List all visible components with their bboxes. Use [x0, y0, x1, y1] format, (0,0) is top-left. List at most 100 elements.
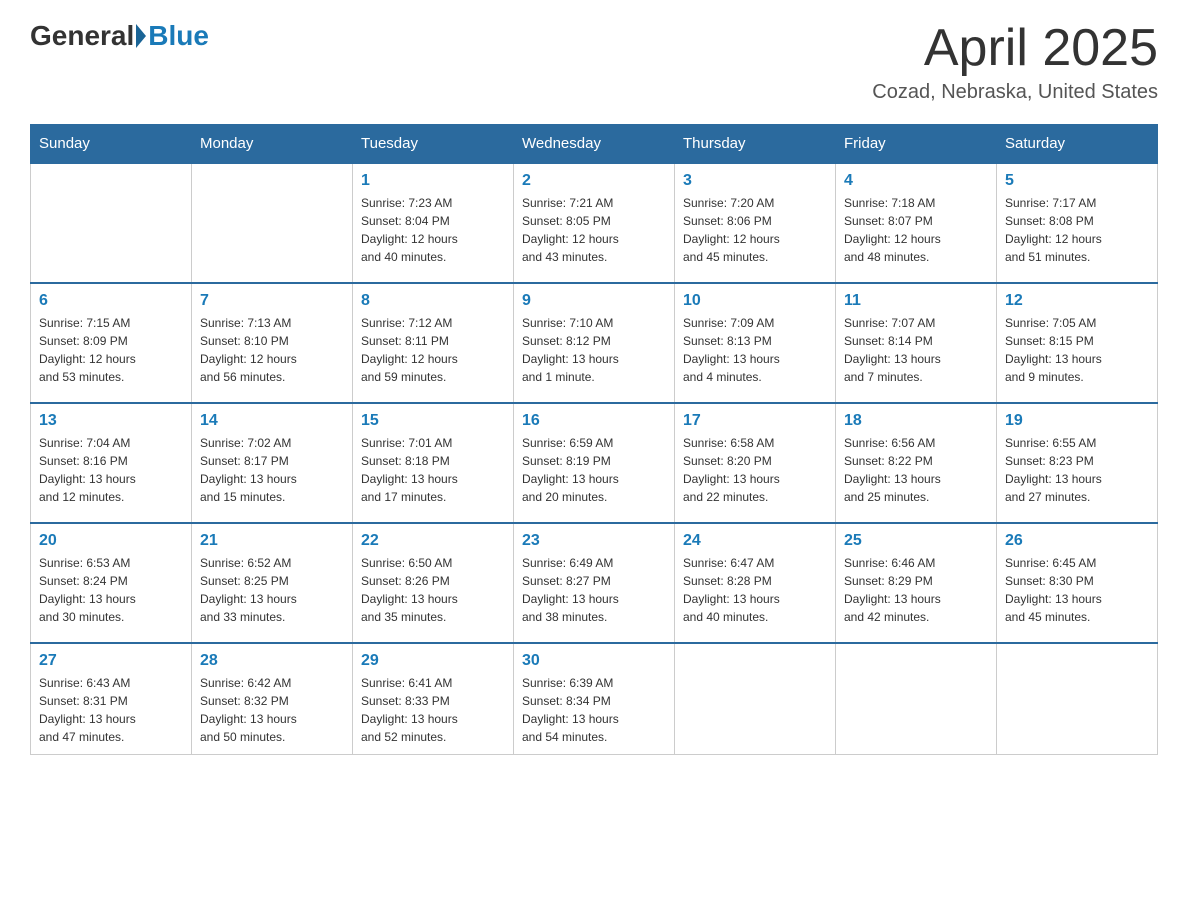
calendar-cell: 8Sunrise: 7:12 AM Sunset: 8:11 PM Daylig… — [353, 283, 514, 403]
column-header-tuesday: Tuesday — [353, 125, 514, 164]
column-header-sunday: Sunday — [31, 125, 192, 164]
calendar-cell: 30Sunrise: 6:39 AM Sunset: 8:34 PM Dayli… — [514, 643, 675, 755]
day-detail: Sunrise: 6:39 AM Sunset: 8:34 PM Dayligh… — [522, 674, 666, 746]
calendar-cell: 2 Sunrise: 7:21 AM Sunset: 8:05 PM Daylig… — [514, 163, 675, 283]
calendar-cell: 1 Sunrise: 7:23 AM Sunset: 8:04 PM Daylig… — [353, 163, 514, 283]
column-header-saturday: Saturday — [997, 125, 1158, 164]
day-detail: Sunrise: 6:41 AM Sunset: 8:33 PM Dayligh… — [361, 674, 505, 746]
calendar-cell: 18 Sunrise: 6:56 AM Sunset: 8:22 PM Dayli… — [836, 403, 997, 523]
column-header-monday: Monday — [192, 125, 353, 164]
day-detail: Sunrise: 7:21 AM Sunset: 8:05 PM Dayligh… — [522, 194, 666, 266]
day-detail: Sunrise: 7:02 AM Sunset: 8:17 PM Dayligh… — [200, 434, 344, 506]
day-number: 16 — [522, 412, 666, 430]
day-number: 8 — [361, 292, 505, 310]
calendar-cell: 7 Sunrise: 7:13 AM Sunset: 8:10 PM Daylig… — [192, 283, 353, 403]
day-number: 6 — [39, 292, 183, 310]
day-number: 11 — [844, 292, 988, 310]
calendar-cell — [997, 643, 1158, 755]
calendar-cell: 15Sunrise: 7:01 AM Sunset: 8:18 PM Dayli… — [353, 403, 514, 523]
day-number: 22 — [361, 532, 505, 550]
logo: General Blue — [30, 20, 209, 52]
week-row-5: 27 Sunrise: 6:43 AM Sunset: 8:31 PM Dayli… — [31, 643, 1158, 755]
day-detail: Sunrise: 6:45 AM Sunset: 8:30 PM Dayligh… — [1005, 554, 1149, 626]
day-number: 17 — [683, 412, 827, 430]
day-number: 3 — [683, 172, 827, 190]
day-detail: Sunrise: 7:09 AM Sunset: 8:13 PM Dayligh… — [683, 314, 827, 386]
column-header-thursday: Thursday — [675, 125, 836, 164]
day-detail: Sunrise: 7:04 AM Sunset: 8:16 PM Dayligh… — [39, 434, 183, 506]
day-number: 26 — [1005, 532, 1149, 550]
calendar-cell: 14Sunrise: 7:02 AM Sunset: 8:17 PM Dayli… — [192, 403, 353, 523]
day-number: 13 — [39, 412, 183, 430]
calendar-cell: 13 Sunrise: 7:04 AM Sunset: 8:16 PM Dayli… — [31, 403, 192, 523]
day-number: 9 — [522, 292, 666, 310]
day-number: 28 — [200, 652, 344, 670]
calendar-cell — [31, 163, 192, 283]
day-number: 1 — [361, 172, 505, 190]
calendar-cell: 27 Sunrise: 6:43 AM Sunset: 8:31 PM Dayli… — [31, 643, 192, 755]
day-detail: Sunrise: 6:47 AM Sunset: 8:28 PM Dayligh… — [683, 554, 827, 626]
day-detail: Sunrise: 6:49 AM Sunset: 8:27 PM Dayligh… — [522, 554, 666, 626]
calendar-cell: 3 Sunrise: 7:20 AM Sunset: 8:06 PM Daylig… — [675, 163, 836, 283]
day-detail: Sunrise: 7:20 AM Sunset: 8:06 PM Dayligh… — [683, 194, 827, 266]
day-detail: Sunrise: 7:13 AM Sunset: 8:10 PM Dayligh… — [200, 314, 344, 386]
day-detail: Sunrise: 6:42 AM Sunset: 8:32 PM Dayligh… — [200, 674, 344, 746]
day-detail: Sunrise: 6:43 AM Sunset: 8:31 PM Dayligh… — [39, 674, 183, 746]
page-title: April 2025 — [872, 20, 1158, 77]
week-row-2: 6 Sunrise: 7:15 AM Sunset: 8:09 PM Daylig… — [31, 283, 1158, 403]
calendar-cell: 19Sunrise: 6:55 AM Sunset: 8:23 PM Dayli… — [997, 403, 1158, 523]
day-number: 24 — [683, 532, 827, 550]
day-number: 4 — [844, 172, 988, 190]
day-detail: Sunrise: 7:10 AM Sunset: 8:12 PM Dayligh… — [522, 314, 666, 386]
page-header: General Blue April 2025 Cozad, Nebraska,… — [30, 20, 1158, 104]
logo-blue-text: Blue — [148, 20, 209, 52]
calendar-cell: 26 Sunrise: 6:45 AM Sunset: 8:30 PM Dayli… — [997, 523, 1158, 643]
calendar-cell: 29 Sunrise: 6:41 AM Sunset: 8:33 PM Dayli… — [353, 643, 514, 755]
calendar-cell: 21Sunrise: 6:52 AM Sunset: 8:25 PM Dayli… — [192, 523, 353, 643]
day-number: 7 — [200, 292, 344, 310]
calendar-cell: 10Sunrise: 7:09 AM Sunset: 8:13 PM Dayli… — [675, 283, 836, 403]
column-header-friday: Friday — [836, 125, 997, 164]
calendar-header: SundayMondayTuesdayWednesdayThursdayFrid… — [31, 125, 1158, 164]
calendar-cell: 17Sunrise: 6:58 AM Sunset: 8:20 PM Dayli… — [675, 403, 836, 523]
logo-arrow-icon — [136, 24, 146, 48]
calendar-cell: 22 Sunrise: 6:50 AM Sunset: 8:26 PM Dayli… — [353, 523, 514, 643]
day-number: 29 — [361, 652, 505, 670]
day-number: 19 — [1005, 412, 1149, 430]
day-detail: Sunrise: 7:05 AM Sunset: 8:15 PM Dayligh… — [1005, 314, 1149, 386]
title-block: April 2025 Cozad, Nebraska, United State… — [872, 20, 1158, 104]
calendar-cell: 20 Sunrise: 6:53 AM Sunset: 8:24 PM Dayli… — [31, 523, 192, 643]
day-detail: Sunrise: 7:23 AM Sunset: 8:04 PM Dayligh… — [361, 194, 505, 266]
calendar-cell: 6 Sunrise: 7:15 AM Sunset: 8:09 PM Daylig… — [31, 283, 192, 403]
day-number: 23 — [522, 532, 666, 550]
calendar-cell — [836, 643, 997, 755]
calendar-cell: 24 Sunrise: 6:47 AM Sunset: 8:28 PM Dayli… — [675, 523, 836, 643]
day-number: 27 — [39, 652, 183, 670]
day-detail: Sunrise: 6:53 AM Sunset: 8:24 PM Dayligh… — [39, 554, 183, 626]
day-detail: Sunrise: 7:18 AM Sunset: 8:07 PM Dayligh… — [844, 194, 988, 266]
day-detail: Sunrise: 7:17 AM Sunset: 8:08 PM Dayligh… — [1005, 194, 1149, 266]
column-header-wednesday: Wednesday — [514, 125, 675, 164]
day-detail: Sunrise: 6:56 AM Sunset: 8:22 PM Dayligh… — [844, 434, 988, 506]
day-detail: Sunrise: 6:59 AM Sunset: 8:19 PM Dayligh… — [522, 434, 666, 506]
day-detail: Sunrise: 7:15 AM Sunset: 8:09 PM Dayligh… — [39, 314, 183, 386]
calendar-cell: 28 Sunrise: 6:42 AM Sunset: 8:32 PM Dayli… — [192, 643, 353, 755]
calendar-cell: 5 Sunrise: 7:17 AM Sunset: 8:08 PM Daylig… — [997, 163, 1158, 283]
week-row-1: 1 Sunrise: 7:23 AM Sunset: 8:04 PM Daylig… — [31, 163, 1158, 283]
day-number: 21 — [200, 532, 344, 550]
calendar-cell: 23 Sunrise: 6:49 AM Sunset: 8:27 PM Dayli… — [514, 523, 675, 643]
calendar-cell — [192, 163, 353, 283]
logo-general-text: General — [30, 20, 134, 52]
day-detail: Sunrise: 6:50 AM Sunset: 8:26 PM Dayligh… — [361, 554, 505, 626]
day-number: 18 — [844, 412, 988, 430]
day-detail: Sunrise: 6:46 AM Sunset: 8:29 PM Dayligh… — [844, 554, 988, 626]
calendar-cell: 16 Sunrise: 6:59 AM Sunset: 8:19 PM Dayli… — [514, 403, 675, 523]
day-number: 5 — [1005, 172, 1149, 190]
day-number: 25 — [844, 532, 988, 550]
calendar-cell: 12Sunrise: 7:05 AM Sunset: 8:15 PM Dayli… — [997, 283, 1158, 403]
day-number: 2 — [522, 172, 666, 190]
day-detail: Sunrise: 7:07 AM Sunset: 8:14 PM Dayligh… — [844, 314, 988, 386]
calendar-cell: 11 Sunrise: 7:07 AM Sunset: 8:14 PM Dayli… — [836, 283, 997, 403]
day-number: 20 — [39, 532, 183, 550]
calendar-cell: 4 Sunrise: 7:18 AM Sunset: 8:07 PM Daylig… — [836, 163, 997, 283]
